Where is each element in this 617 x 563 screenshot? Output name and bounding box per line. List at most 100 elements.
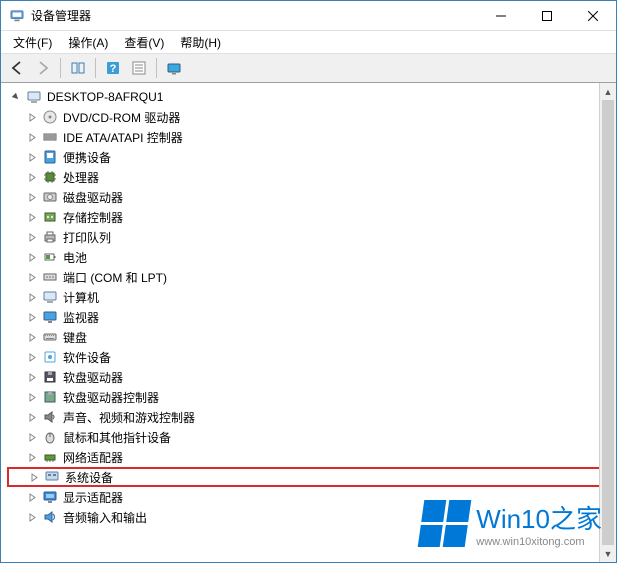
audio-icon — [41, 509, 59, 525]
scan-hardware-button[interactable] — [162, 56, 186, 80]
tree-item[interactable]: 磁盘驱动器 — [7, 187, 610, 207]
expand-icon[interactable] — [25, 450, 39, 464]
tree-item-label: 处理器 — [63, 169, 99, 186]
device-tree[interactable]: DESKTOP-8AFRQU1 DVD/CD-ROM 驱动器 IDE ATA/AT… — [1, 83, 616, 562]
expand-icon[interactable] — [25, 190, 39, 204]
tree-item[interactable]: DVD/CD-ROM 驱动器 — [7, 107, 610, 127]
monitor-icon — [41, 309, 59, 325]
tree-item[interactable]: 鼠标和其他指针设备 — [7, 427, 610, 447]
expand-icon[interactable] — [25, 370, 39, 384]
expand-icon[interactable] — [25, 150, 39, 164]
menu-file[interactable]: 文件(F) — [5, 32, 60, 53]
back-button[interactable] — [5, 56, 29, 80]
display-icon — [41, 489, 59, 505]
view-toggle-button[interactable] — [66, 56, 90, 80]
tree-item-label: 计算机 — [63, 289, 99, 306]
expand-icon[interactable] — [25, 310, 39, 324]
expand-icon[interactable] — [25, 490, 39, 504]
tree-item[interactable]: 监视器 — [7, 307, 610, 327]
tree-item[interactable]: 软件设备 — [7, 347, 610, 367]
window-controls — [478, 1, 616, 31]
ide-icon — [41, 129, 59, 145]
expand-icon[interactable] — [25, 110, 39, 124]
tree-item-label: 系统设备 — [65, 469, 113, 486]
expand-icon[interactable] — [25, 330, 39, 344]
expand-icon[interactable] — [25, 390, 39, 404]
expand-icon[interactable] — [25, 170, 39, 184]
expand-icon[interactable] — [25, 210, 39, 224]
disk-icon — [41, 189, 59, 205]
properties-button[interactable] — [127, 56, 151, 80]
tree-item-label: 键盘 — [63, 329, 87, 346]
tree-item-label: 音频输入和输出 — [63, 509, 147, 526]
scroll-down-icon[interactable]: ▼ — [600, 545, 616, 562]
maximize-button[interactable] — [524, 1, 570, 31]
tree-item[interactable]: 声音、视频和游戏控制器 — [7, 407, 610, 427]
close-button[interactable] — [570, 1, 616, 31]
expand-icon[interactable] — [25, 290, 39, 304]
menubar: 文件(F) 操作(A) 查看(V) 帮助(H) — [1, 31, 616, 53]
tree-item-label: 便携设备 — [63, 149, 111, 166]
tree-item[interactable]: 存储控制器 — [7, 207, 610, 227]
menu-help[interactable]: 帮助(H) — [172, 32, 229, 53]
tree-item-label: 软盘驱动器控制器 — [63, 389, 159, 406]
scroll-track[interactable] — [600, 100, 616, 545]
collapse-icon[interactable] — [9, 90, 23, 104]
tree-item-label: 鼠标和其他指针设备 — [63, 429, 171, 446]
tree-item[interactable]: 端口 (COM 和 LPT) — [7, 267, 610, 287]
tree-item-label: 存储控制器 — [63, 209, 123, 226]
expand-icon[interactable] — [27, 470, 41, 484]
tree-item-label: 电池 — [63, 249, 87, 266]
tree-item[interactable]: 处理器 — [7, 167, 610, 187]
tree-item[interactable]: 便携设备 — [7, 147, 610, 167]
expand-icon[interactable] — [25, 410, 39, 424]
tree-item[interactable]: 网络适配器 — [7, 447, 610, 467]
tree-item[interactable]: 电池 — [7, 247, 610, 267]
tree-item-label: 声音、视频和游戏控制器 — [63, 409, 195, 426]
tree-root-node[interactable]: DESKTOP-8AFRQU1 — [7, 87, 610, 107]
scroll-up-icon[interactable]: ▲ — [600, 83, 616, 100]
storage-icon — [41, 209, 59, 225]
tree-item[interactable]: 打印队列 — [7, 227, 610, 247]
tree-item-label: 端口 (COM 和 LPT) — [63, 269, 167, 286]
root-label: DESKTOP-8AFRQU1 — [47, 90, 163, 104]
tree-item-label: 软件设备 — [63, 349, 111, 366]
tree-item[interactable]: 键盘 — [7, 327, 610, 347]
battery-icon — [41, 249, 59, 265]
expand-icon[interactable] — [25, 230, 39, 244]
forward-button[interactable] — [31, 56, 55, 80]
vertical-scrollbar[interactable]: ▲ ▼ — [599, 83, 616, 562]
menu-action[interactable]: 操作(A) — [60, 32, 116, 53]
svg-text:?: ? — [110, 63, 117, 75]
menu-view[interactable]: 查看(V) — [116, 32, 172, 53]
tree-item[interactable]: IDE ATA/ATAPI 控制器 — [7, 127, 610, 147]
tree-item[interactable]: 音频输入和输出 — [7, 507, 610, 527]
disc-icon — [41, 109, 59, 125]
tree-item[interactable]: 软盘驱动器控制器 — [7, 387, 610, 407]
tree-item-label: IDE ATA/ATAPI 控制器 — [63, 129, 183, 146]
app-icon — [9, 8, 25, 24]
tree-item-label: 打印队列 — [63, 229, 111, 246]
help-button[interactable]: ? — [101, 56, 125, 80]
mouse-icon — [41, 429, 59, 445]
tree-item-label: 显示适配器 — [63, 489, 123, 506]
expand-icon[interactable] — [25, 350, 39, 364]
computer-icon — [41, 289, 59, 305]
expand-icon[interactable] — [25, 510, 39, 524]
titlebar: 设备管理器 — [1, 1, 616, 31]
expand-icon[interactable] — [25, 270, 39, 284]
expand-icon[interactable] — [25, 430, 39, 444]
software-icon — [41, 349, 59, 365]
minimize-button[interactable] — [478, 1, 524, 31]
scroll-thumb[interactable] — [602, 100, 614, 545]
expand-icon[interactable] — [25, 250, 39, 264]
printer-icon — [41, 229, 59, 245]
tree-item[interactable]: 系统设备 — [7, 467, 610, 487]
floppy-icon — [41, 369, 59, 385]
tree-item[interactable]: 软盘驱动器 — [7, 367, 610, 387]
tree-item[interactable]: 显示适配器 — [7, 487, 610, 507]
expand-icon[interactable] — [25, 130, 39, 144]
port-icon — [41, 269, 59, 285]
tree-item-label: 磁盘驱动器 — [63, 189, 123, 206]
tree-item[interactable]: 计算机 — [7, 287, 610, 307]
